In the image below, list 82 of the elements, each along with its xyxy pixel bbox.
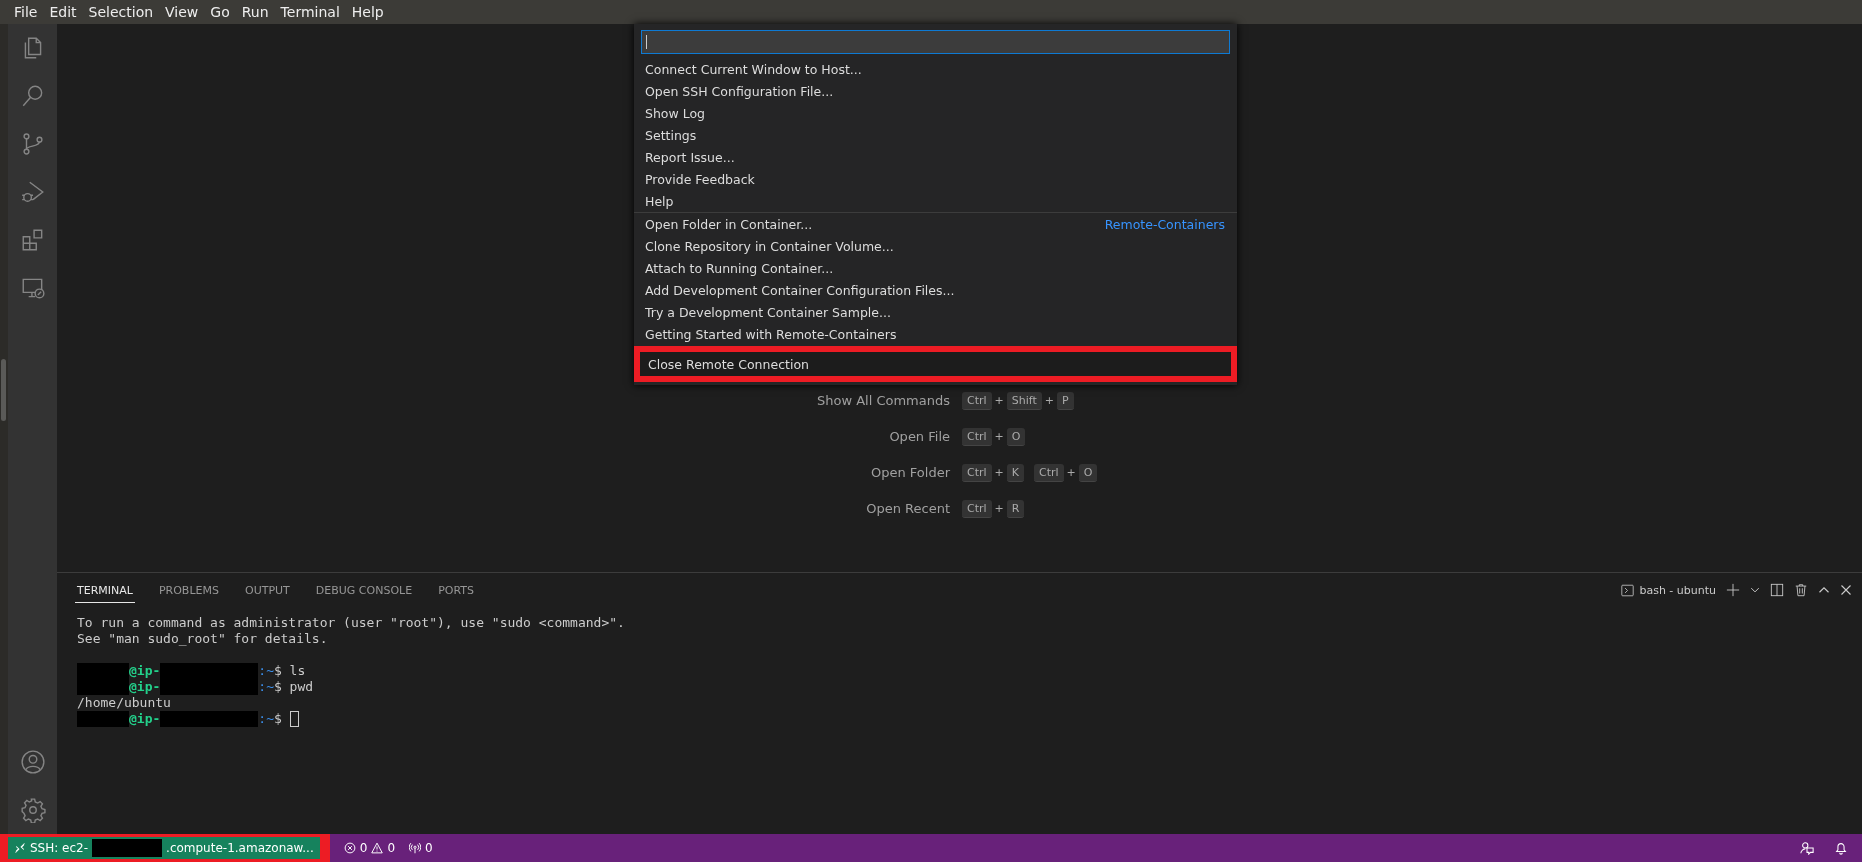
keyboard-key: Ctrl (962, 463, 992, 482)
quick-pick-item[interactable]: Open SSH Configuration File... (634, 80, 1237, 102)
quick-pick-item[interactable]: Report Issue... (634, 146, 1237, 168)
trash-icon[interactable] (1794, 583, 1808, 597)
terminal-command: $ pwd (273, 679, 314, 695)
feedback-icon[interactable] (1800, 841, 1814, 855)
quick-pick-item[interactable]: Attach to Running Container... (634, 257, 1237, 279)
quick-pick-item[interactable]: Add Development Container Configuration Files... (634, 279, 1237, 301)
menu-item[interactable]: Selection (82, 4, 160, 20)
menu-item[interactable]: Help (345, 4, 390, 20)
terminal-name[interactable]: bash - ubuntu (1639, 583, 1716, 597)
keyboard-key: Ctrl (1034, 463, 1064, 482)
prompt-path: :~ (258, 679, 274, 695)
quick-pick-item[interactable]: Try a Development Container Sample... (634, 301, 1237, 323)
terminal-output: To run a command as administrator (user "root"), use "sudo <command>". (77, 615, 625, 631)
keyboard-key: K (1006, 463, 1024, 482)
remote-icon (14, 842, 26, 854)
terminal-output: See "man sudo_root" for details. (77, 631, 328, 647)
quick-pick-item[interactable]: Help (634, 190, 1237, 212)
plus-sign: + (994, 502, 1004, 515)
menu-item[interactable]: Terminal (274, 4, 346, 20)
split-icon[interactable] (1770, 583, 1784, 597)
error-icon (343, 842, 356, 854)
quick-pick-item[interactable]: Provide Feedback (634, 168, 1237, 190)
keyboard-key: Shift (1006, 391, 1042, 410)
antenna-icon (409, 842, 422, 854)
terminal-command: $ (273, 711, 282, 727)
prompt-host: @ip- (129, 679, 161, 695)
panel-tab[interactable]: PROBLEMS (156, 577, 221, 603)
keyboard-key: Ctrl (962, 427, 992, 446)
menu-item[interactable]: File (8, 4, 44, 20)
shortcut-label[interactable]: Open Folder (57, 465, 950, 480)
menu-item[interactable]: Edit (43, 4, 83, 20)
prompt-path: :~ (258, 663, 274, 679)
quick-pick-item[interactable]: Show Log (634, 102, 1237, 124)
plus-sign: + (994, 466, 1004, 479)
notification-bell-icon[interactable] (1834, 841, 1848, 855)
keyboard-key: Ctrl (962, 391, 992, 410)
menu-item[interactable]: Go (204, 4, 236, 20)
redaction-block (77, 679, 129, 695)
plus-sign: + (994, 430, 1004, 443)
terminal-output: /home/ubuntu (77, 695, 171, 711)
keyboard-key: P (1057, 391, 1074, 410)
redaction-block (77, 663, 129, 679)
keyboard-key: R (1006, 499, 1025, 518)
problems-status[interactable]: 0 0 (343, 841, 396, 855)
terminal-command: $ ls (273, 663, 306, 679)
quick-pick-item[interactable]: Clone Repository in Container Volume... (634, 235, 1237, 257)
group-label: Remote-Containers (1104, 216, 1225, 232)
terminal-icon (1621, 583, 1635, 597)
panel-tab[interactable]: TERMINAL (75, 577, 135, 603)
prompt-host: @ip- (129, 711, 161, 727)
menu-item[interactable]: View (159, 4, 205, 20)
prompt-host: @ip- (129, 663, 161, 679)
command-input-field[interactable] (641, 30, 1230, 54)
redaction-block (77, 711, 129, 727)
quick-pick-item[interactable]: Getting Started with Remote-Containers (634, 323, 1237, 345)
plus-sign: + (1066, 466, 1076, 479)
menu-item[interactable]: Run (235, 4, 275, 20)
quick-pick-item[interactable]: Connect Current Window to Host... (634, 58, 1237, 80)
scrollbar-thumb (1, 359, 6, 421)
shortcut-label[interactable]: Show All Commands (57, 393, 950, 408)
remote-status[interactable]: SSH: ec2- .compute-1.amazonaw... (8, 837, 320, 859)
keyboard-key: Ctrl (962, 499, 992, 518)
warning-icon (371, 842, 384, 854)
chevron-down-icon[interactable] (1750, 585, 1760, 595)
panel-tab[interactable]: OUTPUT (243, 577, 292, 603)
keyboard-key: O (1078, 463, 1098, 482)
quick-pick-item[interactable]: Settings (634, 124, 1237, 146)
quick-pick-item[interactable]: Close Remote Connection (637, 349, 1234, 379)
prompt-path: :~ (258, 711, 274, 727)
plus-sign: + (994, 394, 1004, 407)
shortcut-label[interactable]: Open File (57, 429, 950, 444)
ports-status[interactable]: 0 (409, 841, 433, 855)
quick-pick-item[interactable]: Open Folder in Container... Remote-Containers (634, 213, 1237, 235)
add-icon[interactable] (1726, 583, 1740, 597)
close-icon[interactable] (1840, 584, 1852, 596)
plus-sign: + (1044, 394, 1055, 407)
keyboard-key: O (1006, 427, 1026, 446)
shortcut-label[interactable]: Open Recent (57, 501, 950, 516)
panel-tab[interactable]: PORTS (436, 577, 476, 603)
panel-tab[interactable]: DEBUG CONSOLE (313, 577, 415, 603)
